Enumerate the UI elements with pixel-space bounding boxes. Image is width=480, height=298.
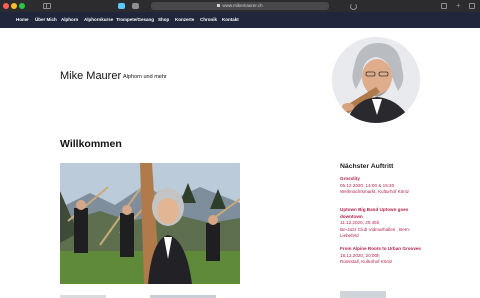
share-icon[interactable] bbox=[441, 3, 447, 9]
extension-icon[interactable] bbox=[118, 3, 125, 9]
nav-item-alphorn[interactable]: Alphorn bbox=[61, 12, 78, 28]
event-venue: Be-Jazz Club Vidmarhallen , Bern-Liebefe… bbox=[340, 226, 411, 239]
event-item[interactable]: Uptown Big Band Uptown goes downtown 11.… bbox=[340, 207, 422, 240]
url-text: www.mikemaurer.ch bbox=[222, 3, 263, 8]
event-item[interactable]: Grosslity 05.12.2020, 14:00 & 15:30 Weih… bbox=[340, 176, 422, 196]
nav-item-kontakt[interactable]: Kontakt bbox=[222, 12, 239, 28]
close-window-icon[interactable] bbox=[3, 3, 9, 9]
privacy-shield-icon[interactable] bbox=[132, 3, 139, 9]
event-date: 11.12.2020, 20:45h bbox=[340, 220, 380, 226]
site-tagline: Alphorn und mehr bbox=[123, 74, 167, 80]
events-heading: Nächster Auftritt bbox=[340, 163, 394, 170]
nav-item-chronik[interactable]: Chronik bbox=[200, 12, 217, 28]
event-venue: Rossstall, Kulturhof Köniz bbox=[340, 259, 393, 265]
alphorn-group-photo bbox=[60, 163, 240, 284]
sidebar-toggle-icon[interactable] bbox=[43, 3, 51, 9]
tab-overview-icon[interactable] bbox=[469, 3, 475, 9]
address-bar[interactable]: www.mikemaurer.ch bbox=[151, 2, 329, 10]
site-title[interactable]: Mike Maurer bbox=[60, 70, 121, 82]
nav-item-home[interactable]: Home bbox=[16, 12, 29, 28]
nav-item-trompete-gesang[interactable]: Trompete/Gesang bbox=[116, 12, 154, 28]
avatar bbox=[332, 37, 420, 123]
minimize-window-icon[interactable] bbox=[11, 3, 17, 9]
zoom-window-icon[interactable] bbox=[19, 3, 25, 9]
main-navigation: Home Über Mich Alphorn Alphornkurse Trom… bbox=[0, 12, 480, 28]
event-title[interactable]: Grosslity bbox=[340, 176, 422, 183]
event-title[interactable]: Uptown Big Band Uptown goes downtown bbox=[340, 207, 422, 220]
nav-item-ueber-mich[interactable]: Über Mich bbox=[35, 12, 57, 28]
hero-image bbox=[60, 163, 240, 284]
nav-item-alphornkurse[interactable]: Alphornkurse bbox=[84, 12, 113, 28]
event-date: 18.12.2020, 20:00h bbox=[340, 252, 380, 258]
lock-icon bbox=[217, 4, 221, 7]
event-title[interactable]: From Alpine Roots to Urban Grooves bbox=[340, 246, 422, 253]
event-thumbnail[interactable] bbox=[340, 291, 386, 298]
portrait-photo bbox=[332, 37, 420, 123]
section-heading: Willkommen bbox=[60, 138, 122, 150]
new-tab-icon[interactable]: + bbox=[456, 2, 462, 10]
event-date: 05.12.2020, 14:00 & 15:30 bbox=[340, 182, 395, 188]
event-item[interactable]: From Alpine Roots to Urban Grooves 18.12… bbox=[340, 246, 422, 266]
event-venue: Weihnachtsmarkt, Kulturhof Köniz bbox=[340, 189, 410, 195]
reload-icon[interactable] bbox=[350, 3, 357, 10]
nav-item-shop[interactable]: Shop bbox=[158, 12, 169, 28]
nav-item-konzerte[interactable]: Konzerte bbox=[175, 12, 194, 28]
